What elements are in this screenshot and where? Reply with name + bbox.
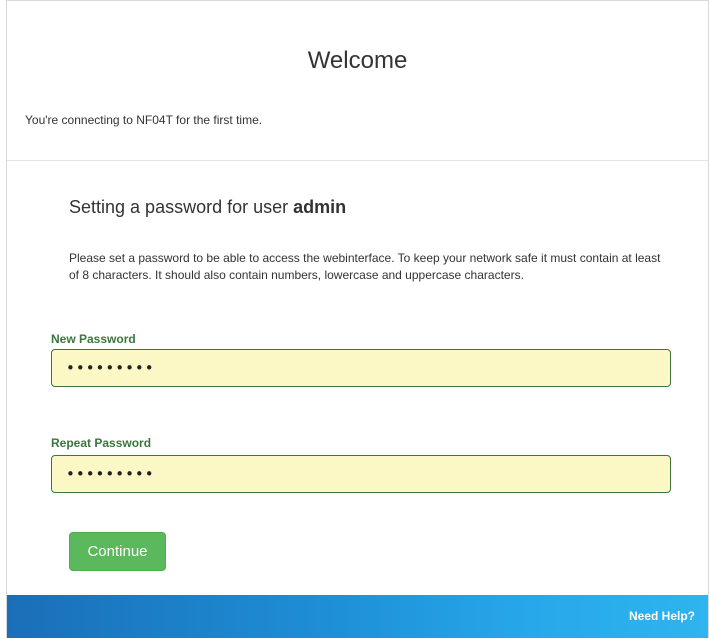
setup-panel: Welcome You're connecting to NF04T for t… (6, 0, 709, 638)
section-title: Setting a password for user admin (69, 197, 346, 218)
new-password-label: New Password (51, 332, 136, 346)
section-title-prefix: Setting a password for user (69, 197, 294, 217)
continue-button[interactable]: Continue (69, 532, 166, 571)
divider (7, 160, 708, 161)
repeat-password-input[interactable]: ••••••••• (51, 455, 671, 493)
new-password-input[interactable]: ••••••••• (51, 349, 671, 387)
intro-text: You're connecting to NF04T for the first… (25, 113, 263, 127)
page-title: Welcome (307, 47, 408, 74)
username: admin (293, 197, 347, 217)
footer-bar: Need Help? (7, 595, 708, 638)
password-instructions: Please set a password to be able to acce… (69, 251, 661, 282)
repeat-password-label: Repeat Password (51, 436, 152, 450)
need-help-link[interactable]: Need Help? (629, 609, 695, 623)
